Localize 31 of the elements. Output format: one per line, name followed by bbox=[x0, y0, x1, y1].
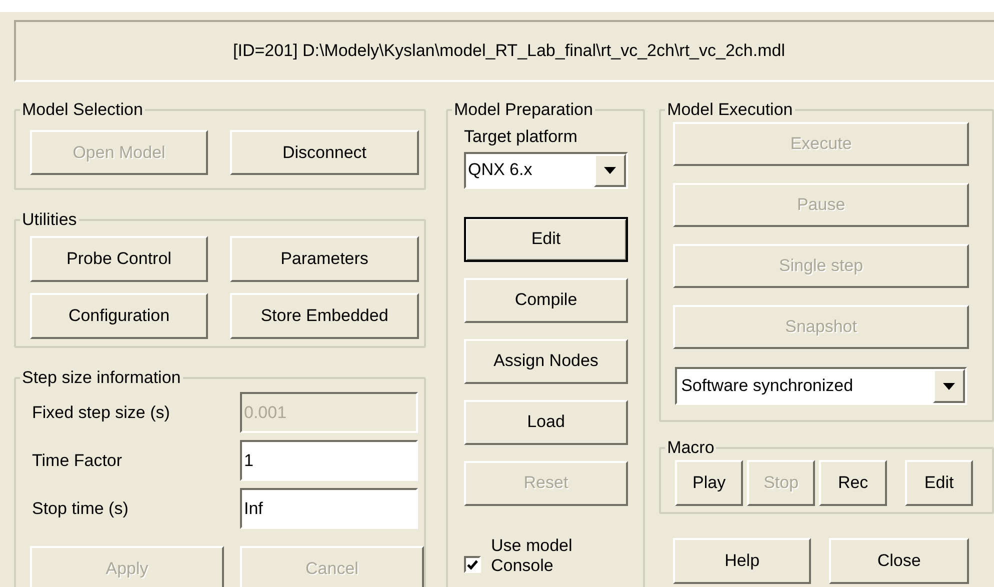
utility-button[interactable]: Store Embedded bbox=[230, 293, 419, 339]
utility-button[interactable]: Parameters bbox=[230, 236, 419, 282]
console-checkbox[interactable] bbox=[464, 556, 481, 573]
utility-button[interactable]: Probe Control bbox=[30, 236, 208, 282]
preparation-button[interactable]: Edit bbox=[464, 216, 628, 262]
platform-dropdown[interactable]: QNX 6.x bbox=[464, 152, 628, 188]
group-title: Model Execution bbox=[666, 100, 794, 120]
macro-button[interactable]: Play bbox=[675, 460, 744, 506]
group-title: Utilities bbox=[21, 210, 78, 230]
dialog-button[interactable]: Close bbox=[829, 538, 970, 584]
group-title: Macro bbox=[666, 438, 716, 458]
dialog-button[interactable]: Help bbox=[673, 538, 812, 584]
utility-button[interactable]: Configuration bbox=[30, 293, 208, 339]
step-input-field[interactable]: Inf bbox=[240, 488, 418, 529]
preparation-button[interactable]: Compile bbox=[464, 278, 628, 322]
preparation-button[interactable]: Load bbox=[464, 400, 628, 444]
group-title: Model Selection bbox=[21, 100, 144, 120]
platform-label: Target platform bbox=[464, 126, 578, 148]
field-label: Time Factor bbox=[31, 450, 124, 472]
field-label: Fixed step size (s) bbox=[31, 402, 171, 424]
macro-button[interactable]: Rec bbox=[819, 460, 888, 506]
checkbox-label: Use model Console bbox=[491, 536, 574, 576]
group-title: Model Preparation bbox=[453, 100, 594, 120]
preparation-button[interactable]: Assign Nodes bbox=[464, 338, 628, 384]
field-label: Stop time (s) bbox=[31, 498, 130, 520]
group-title: Step size information bbox=[21, 368, 182, 388]
step-input-field[interactable]: 1 bbox=[240, 440, 418, 481]
model-path-bar: [ID=201] D:\Modely\Kyslan\model_RT_Lab_final\rt_vc_2ch\rt_vc_2ch.mdl bbox=[14, 20, 994, 82]
macro-button[interactable]: Edit bbox=[905, 460, 974, 506]
sync-mode-dropdown[interactable]: Software synchronized bbox=[675, 367, 968, 405]
model-button[interactable]: Disconnect bbox=[230, 130, 419, 175]
